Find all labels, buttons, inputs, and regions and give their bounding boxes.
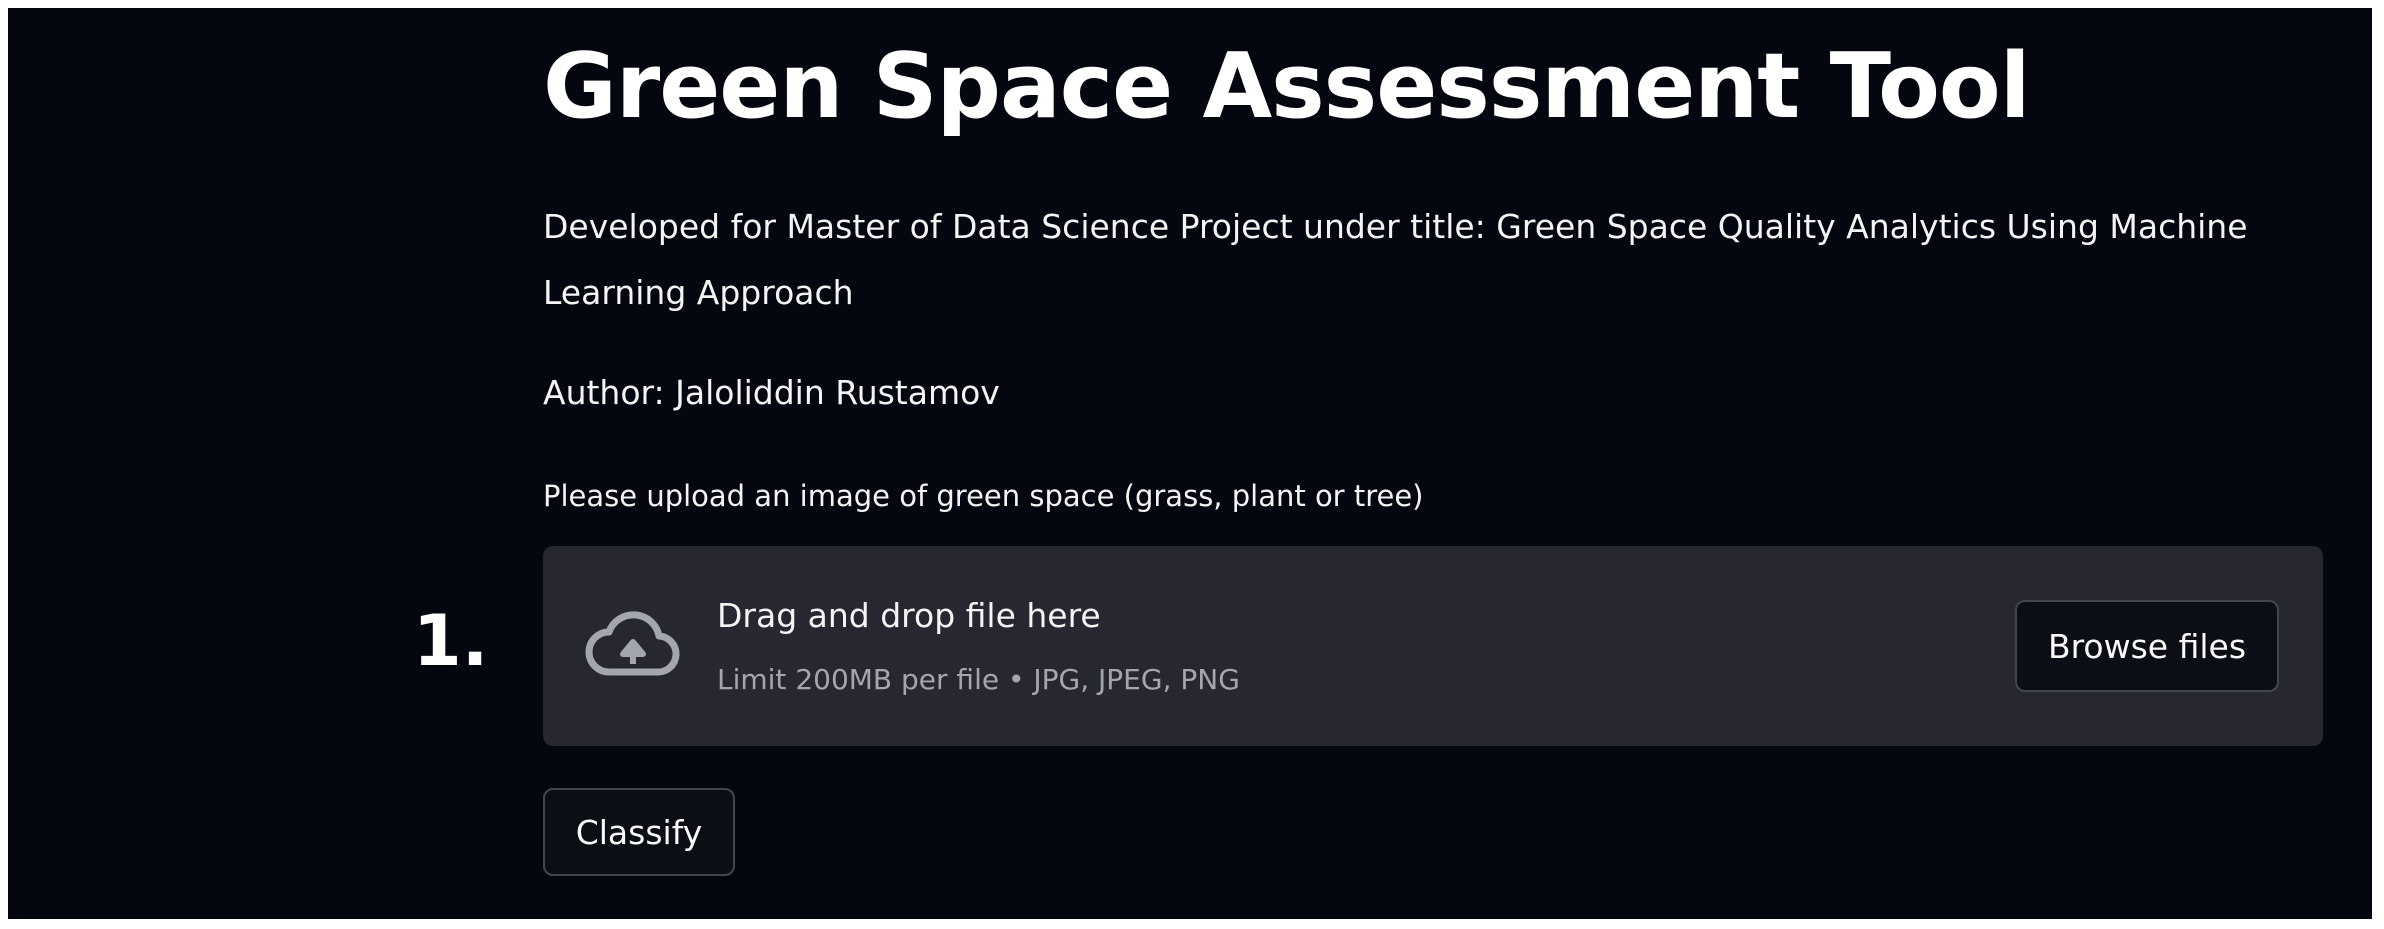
page-description: Developed for Master of Data Science Pro… — [543, 207, 2248, 312]
page-title: Green Space Assessment Tool — [543, 34, 2031, 139]
dropzone-title: Drag and drop file here — [717, 596, 1101, 635]
author-line: Author: Jaloliddin Rustamov — [543, 373, 1000, 412]
cloud-upload-icon — [585, 611, 680, 676]
upload-label: Please upload an image of green space (g… — [543, 479, 1424, 513]
dropzone-limit: Limit 200MB per file • JPG, JPEG, PNG — [717, 663, 1240, 696]
step-number: 1. — [413, 600, 489, 682]
app-container: Green Space Assessment Tool Developed fo… — [8, 8, 2372, 919]
file-dropzone[interactable]: Drag and drop file here Limit 200MB per … — [543, 546, 2323, 746]
classify-button[interactable]: Classify — [543, 788, 735, 876]
browse-files-button[interactable]: Browse files — [2015, 600, 2279, 692]
